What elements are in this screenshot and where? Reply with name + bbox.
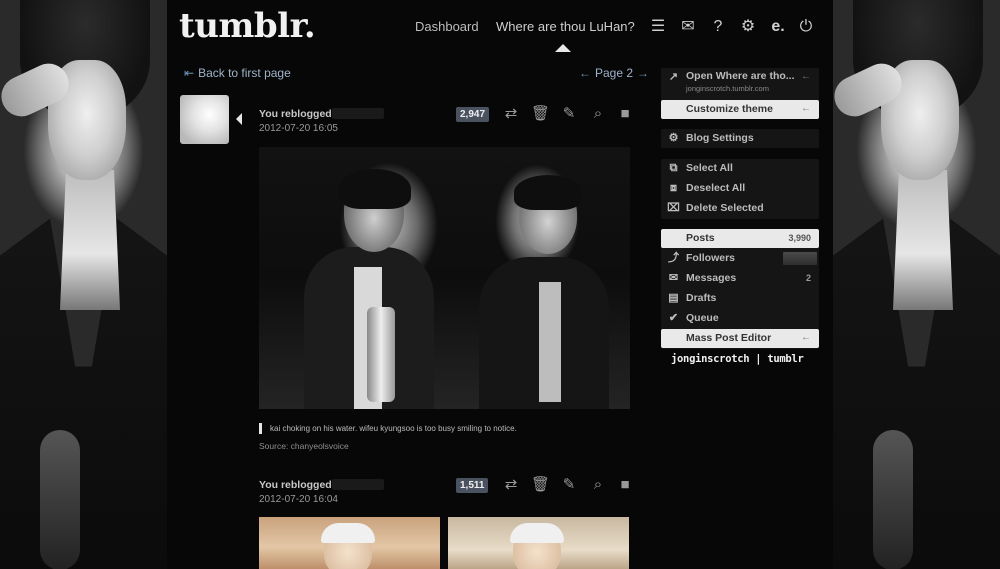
customize-theme-button[interactable]: Customize theme ← <box>661 100 819 119</box>
customize-label: Customize theme <box>686 103 773 115</box>
blog-url: jonginscrotch.tumblr.com <box>686 84 769 93</box>
gear-icon: ⚙ <box>668 132 679 144</box>
post-source[interactable]: Source: chanyeolsvoice <box>259 441 349 451</box>
post-caption: kai choking on his water. wifeu kyungsoo… <box>259 423 517 434</box>
avatar[interactable] <box>180 95 229 144</box>
post-date: 2012-07-20 16:05 <box>259 123 338 134</box>
post-card: You reblogged 2012-07-20 16:05 2,947 ⇄ 🗑… <box>180 95 636 465</box>
messages-label: Messages <box>686 272 737 284</box>
sidebar-item-drafts[interactable]: ▤ Drafts <box>661 289 819 308</box>
document-icon: ▤ <box>668 292 679 304</box>
select-checkbox-icon[interactable]: ■ <box>616 105 634 123</box>
messages-count: 2 <box>805 273 811 283</box>
post-photo[interactable] <box>448 517 629 569</box>
mass-post-editor-button[interactable]: Mass Post Editor ← <box>661 329 819 348</box>
back-arrow-icon: ⇤ <box>184 66 195 80</box>
list-icon[interactable]: ☰ <box>649 18 667 36</box>
open-blog-link[interactable]: ↗ Open Where are tho... jonginscrotch.tu… <box>661 68 819 96</box>
post-date: 2012-07-20 16:04 <box>259 494 338 505</box>
nav-active-caret <box>555 44 571 52</box>
reblog-icon[interactable]: ⇄ <box>502 476 520 494</box>
reblog-label: You reblogged <box>259 479 332 491</box>
notes-count-badge[interactable]: 2,947 <box>456 107 490 122</box>
page-label: Page 2 <box>595 66 634 80</box>
post-photo[interactable] <box>259 517 440 569</box>
dashboard-column: tumblr. Dashboard Where are thou LuHan? … <box>167 0 833 569</box>
post-card: You reblogged 2012-07-20 16:04 1,511 ⇄ 🗑… <box>180 472 636 569</box>
avatar-caret-icon <box>236 113 242 125</box>
arrow-icon: ← <box>801 103 811 114</box>
drafts-label: Drafts <box>686 292 717 304</box>
reblog-label: You reblogged <box>259 108 332 120</box>
posts-label: Posts <box>686 232 715 244</box>
check-icon: ✔ <box>668 312 679 324</box>
tumblr-logo[interactable]: tumblr. <box>179 6 316 46</box>
followers-count-blurred <box>783 252 817 265</box>
blog-settings-label: Blog Settings <box>686 132 754 144</box>
reblog-source-blurred <box>332 479 384 490</box>
delete-selected-icon: ⌧ <box>667 202 680 214</box>
deselect-all-icon: ⧈ <box>670 182 677 194</box>
delete-selected-button[interactable]: ⌧ Delete Selected <box>661 199 819 218</box>
mass-editor-label: Mass Post Editor <box>686 332 772 344</box>
arrow-icon: ← <box>801 332 811 343</box>
gear-icon[interactable]: ⚙ <box>739 18 757 36</box>
select-all-button[interactable]: ⧉ Select All <box>661 159 819 178</box>
arrow-icon: ← <box>801 71 811 82</box>
post-photo[interactable] <box>259 147 630 409</box>
chart-icon: ⤴ <box>668 252 679 264</box>
search-icon[interactable]: ⌕ <box>589 476 607 494</box>
delete-icon[interactable]: 🗑 <box>531 476 550 494</box>
background-portrait-right <box>833 0 1000 569</box>
blog-handle-text[interactable]: jonginscrotch | tumblr <box>671 353 804 365</box>
posts-count: 3,990 <box>788 233 811 243</box>
open-blog-label: Open Where are tho... <box>686 70 795 82</box>
followers-label: Followers <box>686 252 736 264</box>
next-arrow-icon[interactable]: → <box>637 66 649 80</box>
back-to-first-page-link[interactable]: ⇤ Back to first page <box>180 66 291 80</box>
back-link-label: Back to first page <box>198 66 291 80</box>
nav-dashboard-link[interactable]: Dashboard <box>415 19 479 34</box>
mail-icon[interactable]: ✉ <box>679 18 697 36</box>
external-link-icon: ↗ <box>668 71 679 83</box>
help-icon[interactable]: ? <box>709 18 727 36</box>
select-checkbox-icon[interactable]: ■ <box>616 476 634 494</box>
reblog-source-blurred <box>332 108 384 119</box>
queue-label: Queue <box>686 312 719 324</box>
deselect-all-button[interactable]: ⧈ Deselect All <box>661 179 819 198</box>
delete-selected-label: Delete Selected <box>686 202 764 214</box>
select-all-icon: ⧉ <box>669 162 678 174</box>
edit-icon[interactable]: ✎ <box>560 476 578 494</box>
page-indicator[interactable]: ← Page 2 → <box>575 66 653 80</box>
reblog-icon[interactable]: ⇄ <box>502 105 520 123</box>
delete-icon[interactable]: 🗑 <box>531 105 550 123</box>
edit-icon[interactable]: ✎ <box>560 105 578 123</box>
mail-icon: ✉ <box>668 272 679 284</box>
editor-icon[interactable]: e. <box>769 18 787 36</box>
deselect-all-label: Deselect All <box>686 182 746 194</box>
background-portrait-left <box>0 0 167 569</box>
sidebar-item-posts[interactable]: Posts 3,990 <box>661 229 819 248</box>
prev-arrow-icon[interactable]: ← <box>579 66 591 80</box>
sidebar-item-messages[interactable]: ✉ Messages 2 <box>661 269 819 288</box>
sidebar-item-queue[interactable]: ✔ Queue <box>661 309 819 328</box>
select-all-label: Select All <box>686 162 733 174</box>
power-icon[interactable]: ⏻ <box>797 18 815 36</box>
notes-count-badge[interactable]: 1,511 <box>456 478 489 493</box>
blog-settings-link[interactable]: ⚙ Blog Settings <box>661 129 819 148</box>
sidebar-item-followers[interactable]: ⤴ Followers <box>661 249 819 268</box>
search-icon[interactable]: ⌕ <box>589 105 607 123</box>
nav-blog-link[interactable]: Where are thou LuHan? <box>496 19 635 34</box>
